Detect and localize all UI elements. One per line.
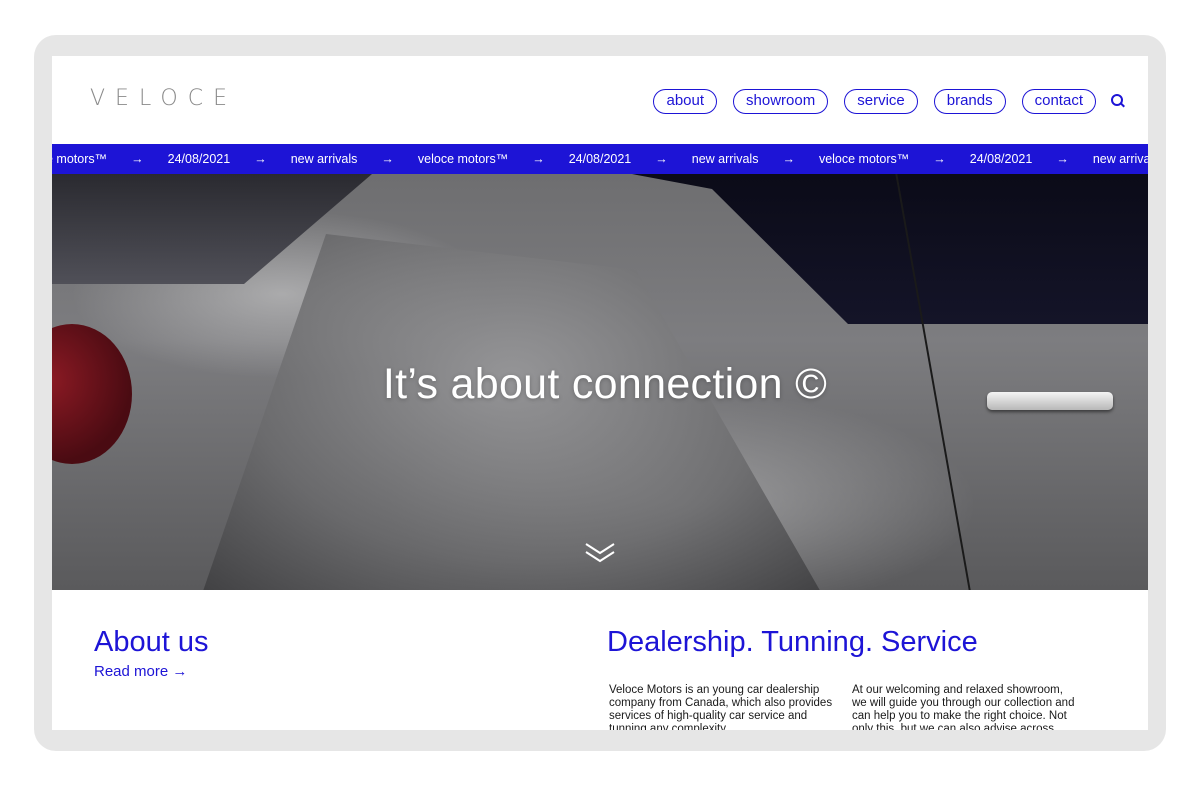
site-logo[interactable]: VELOCE — [90, 86, 237, 111]
search-icon[interactable] — [1110, 93, 1128, 111]
nav-showroom[interactable]: showroom — [733, 89, 829, 114]
arrow-right-icon: → — [131, 152, 144, 166]
search-icon-handle — [1120, 102, 1125, 107]
ticker-item: new arrivals — [691, 152, 759, 166]
ticker-item: veloce motors™ — [417, 152, 509, 166]
nav-about[interactable]: about — [653, 89, 718, 114]
browser-viewport: VELOCE about showroom service brands con… — [52, 56, 1148, 730]
hero-title: It’s about connection © — [382, 360, 828, 408]
read-more-link[interactable]: Read more → — [94, 663, 187, 680]
ticker-item: 24/08/2021 — [969, 152, 1033, 166]
main-nav: about showroom service brands contact — [653, 89, 1128, 114]
services-text-column-2: At our welcoming and relaxed showroom, w… — [852, 684, 1075, 730]
double-chevron-down-icon[interactable] — [583, 540, 617, 566]
nav-contact[interactable]: contact — [1021, 89, 1096, 114]
ticker-item: e motors™ — [52, 152, 108, 166]
arrow-right-icon: → — [1056, 152, 1069, 166]
arrow-right-icon: → — [933, 152, 946, 166]
nav-brands[interactable]: brands — [933, 89, 1006, 114]
ticker-item: 24/08/2021 — [568, 152, 632, 166]
arrow-right-icon: → — [254, 152, 267, 166]
ticker-item: new arrivals — [290, 152, 358, 166]
nav-service[interactable]: service — [844, 89, 918, 114]
arrow-right-icon: → — [655, 152, 668, 166]
ticker-item: veloce motors™ — [818, 152, 910, 166]
ticker-item: 24/08/2021 — [167, 152, 231, 166]
services-heading: Dealership. Tunning. Service — [607, 626, 978, 658]
hero-car-panel — [202, 234, 822, 590]
arrow-right-icon: → — [782, 152, 795, 166]
about-heading: About us — [94, 626, 209, 658]
ticker-item: new arrivals — [1092, 152, 1148, 166]
news-ticker: e motors™ → 24/08/2021 → new arrivals → … — [52, 144, 1148, 174]
arrow-right-icon: → — [532, 152, 545, 166]
services-text-column-1: Veloce Motors is an young car dealership… — [609, 684, 833, 730]
ticker-track: e motors™ → 24/08/2021 → new arrivals → … — [52, 144, 1148, 174]
hero-banner: It’s about connection © — [52, 174, 1148, 590]
arrow-right-icon: → — [381, 152, 394, 166]
